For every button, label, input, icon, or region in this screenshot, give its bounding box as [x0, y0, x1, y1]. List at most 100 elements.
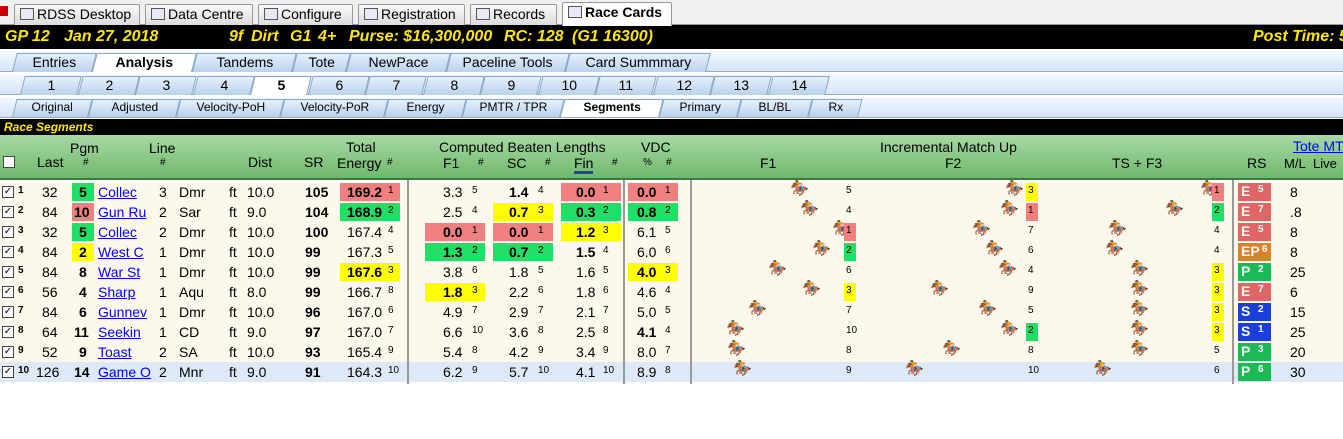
- horse-name-link[interactable]: Gunnev: [98, 304, 147, 320]
- app-tab-records[interactable]: Records: [470, 4, 557, 25]
- race-tab-14[interactable]: 14: [767, 76, 830, 95]
- horse-name-link[interactable]: Game O: [98, 364, 151, 380]
- app-tab-race-cards[interactable]: Race Cards: [562, 2, 672, 26]
- run-style-badge: S2: [1238, 303, 1271, 321]
- row-checkbox[interactable]: ✓: [2, 346, 14, 358]
- tab-newpace[interactable]: NewPace: [346, 53, 451, 72]
- select-all-checkbox[interactable]: [3, 156, 15, 168]
- row-checkbox[interactable]: ✓: [2, 266, 14, 278]
- tab-tandems[interactable]: Tandems: [192, 53, 297, 72]
- horse-name-link[interactable]: Gun Ru: [98, 204, 146, 220]
- race-tab-2[interactable]: 2: [77, 76, 140, 95]
- vdc-value: 6.0: [637, 244, 657, 260]
- race-tab-4[interactable]: 4: [192, 76, 255, 95]
- race-tab-13[interactable]: 13: [710, 76, 772, 95]
- row-checkbox[interactable]: ✓: [2, 326, 14, 338]
- horse-name-link[interactable]: War St: [98, 264, 140, 280]
- subtab-bl-bl[interactable]: BL/BL: [737, 99, 813, 117]
- app-tab-configure[interactable]: Configure: [258, 4, 353, 25]
- horse-name-link[interactable]: Collec: [98, 184, 137, 200]
- subtab-adjusted[interactable]: Adjusted: [88, 99, 181, 117]
- tab-paceline-tools[interactable]: Paceline Tools: [446, 53, 570, 72]
- tab-entries[interactable]: Entries: [12, 53, 97, 72]
- energy-value: 164.3: [347, 364, 383, 380]
- race-header-bar: GP 12 Jan 27, 2018 9f Dirt G1 4+ Purse: …: [0, 25, 1343, 49]
- fin-rank: 6: [603, 285, 609, 296]
- row-checkbox[interactable]: ✓: [2, 306, 14, 318]
- horse-name-link[interactable]: Collec: [98, 224, 137, 240]
- energy-value: 168.9: [347, 204, 383, 220]
- row-checkbox[interactable]: ✓: [2, 366, 14, 378]
- table-row[interactable]: ✓ 2 84 10 Gun Ru 2 Sar ft 9.0 104 168.9 2 2.5 4 0.7 3 0.…: [0, 200, 1343, 222]
- match-up-rank-3: 3: [1214, 265, 1220, 276]
- energy-value: 169.2: [347, 184, 383, 200]
- match-up-rank-1: 9: [846, 365, 852, 376]
- race-tab-5[interactable]: 5: [250, 76, 312, 95]
- app-tab-registration[interactable]: Registration: [358, 4, 465, 25]
- table-row[interactable]: ✓ 10 126 14 Game O 2 Mnr ft 9.0 91 164.3 10 6.2 9 5.7 1…: [0, 360, 1343, 382]
- subtab-primary[interactable]: Primary: [659, 99, 742, 117]
- match-up-rank-2: 2: [1028, 325, 1034, 336]
- run-style-number: 3: [1258, 344, 1264, 355]
- subtab-velocity-poh[interactable]: Velocity-PoH: [176, 99, 285, 117]
- f1-rank: 8: [472, 345, 478, 356]
- app-tab-label: Race Cards: [585, 4, 663, 20]
- subtab-pmtr-tpr[interactable]: PMTR / TPR: [462, 99, 565, 117]
- run-style-code: EP: [1241, 243, 1260, 259]
- energy-rank: 5: [388, 245, 394, 256]
- race-tab-7[interactable]: 7: [365, 76, 427, 95]
- tab-card-summmary[interactable]: Card Summmary: [565, 53, 711, 72]
- race-tab-10[interactable]: 10: [537, 76, 600, 95]
- energy-rank: 3: [388, 265, 394, 276]
- tab-tote[interactable]: Tote: [292, 53, 351, 72]
- run-style-badge: P3: [1238, 343, 1271, 361]
- tote-mt-link[interactable]: Tote MT: [1293, 138, 1343, 154]
- program-number: 2: [79, 244, 87, 260]
- last-value: 84: [42, 264, 58, 280]
- table-row[interactable]: ✓ 9 52 9 Toast 2 SA ft 10.0 93 165.4 9 5.4 8 4.2 9 3.4 9 8…: [0, 340, 1343, 362]
- match-up-rank-3: 4: [1214, 245, 1220, 256]
- f1-rank: 9: [472, 365, 478, 376]
- race-tab-3[interactable]: 3: [135, 76, 197, 95]
- tab-analysis[interactable]: Analysis: [92, 53, 197, 72]
- fin-rank: 2: [603, 205, 609, 216]
- col-imu-f2: F2: [945, 155, 962, 171]
- race-tab-8[interactable]: 8: [422, 76, 485, 95]
- row-checkbox[interactable]: ✓: [2, 246, 14, 258]
- run-style-number: 7: [1258, 284, 1264, 295]
- col-fin-sorted[interactable]: Fin: [574, 155, 594, 174]
- subtab-original[interactable]: Original: [12, 99, 93, 117]
- horse-name-link[interactable]: Sharp: [98, 284, 135, 300]
- race-tab-6[interactable]: 6: [307, 76, 370, 95]
- energy-rank: 6: [388, 305, 394, 316]
- table-icon: [476, 8, 490, 20]
- race-tab-11[interactable]: 11: [595, 76, 657, 95]
- row-checkbox[interactable]: ✓: [2, 286, 14, 298]
- table-row[interactable]: ✓ 1 32 5 Collec 3 Dmr ft 10.0 105 169.2 1 3.3 5 1.4 4 0.…: [0, 180, 1343, 202]
- subtab-segments[interactable]: Segments: [560, 99, 664, 117]
- program-number: 11: [74, 324, 89, 340]
- subtab-energy[interactable]: Energy: [384, 99, 467, 117]
- horse-name-link[interactable]: Seekin: [98, 324, 141, 340]
- row-checkbox[interactable]: ✓: [2, 186, 14, 198]
- app-tab-rdss-desktop[interactable]: RDSS Desktop: [14, 4, 140, 25]
- col-sr: SR: [304, 154, 324, 170]
- race-tab-1[interactable]: 1: [20, 76, 82, 95]
- app-tab-data-centre[interactable]: Data Centre: [145, 4, 253, 25]
- table-row[interactable]: ✓ 3 32 5 Collec 2 Dmr ft 10.0 100 167.4 4 0.0 1 0.0 1 1.…: [0, 220, 1343, 242]
- sc-rank: 9: [538, 345, 544, 356]
- race-tab-label: 9: [507, 77, 515, 93]
- morning-line-odds: 8: [1290, 184, 1298, 200]
- race-tab-12[interactable]: 12: [652, 76, 715, 95]
- match-up-rank-1: 10: [846, 325, 858, 336]
- horse-name-link[interactable]: West C: [98, 244, 144, 260]
- row-checkbox[interactable]: ✓: [2, 206, 14, 218]
- race-tab-9[interactable]: 9: [480, 76, 542, 95]
- subtab-rx[interactable]: Rx: [808, 99, 863, 117]
- subtab-velocity-por[interactable]: Velocity-PoR: [280, 99, 389, 117]
- col-vdc-hash: #: [666, 157, 672, 168]
- app-tab-label: Records: [493, 6, 546, 22]
- row-checkbox[interactable]: ✓: [2, 226, 14, 238]
- horse-runner-icon: 🏇: [1000, 200, 1019, 217]
- horse-name-link[interactable]: Toast: [98, 344, 131, 360]
